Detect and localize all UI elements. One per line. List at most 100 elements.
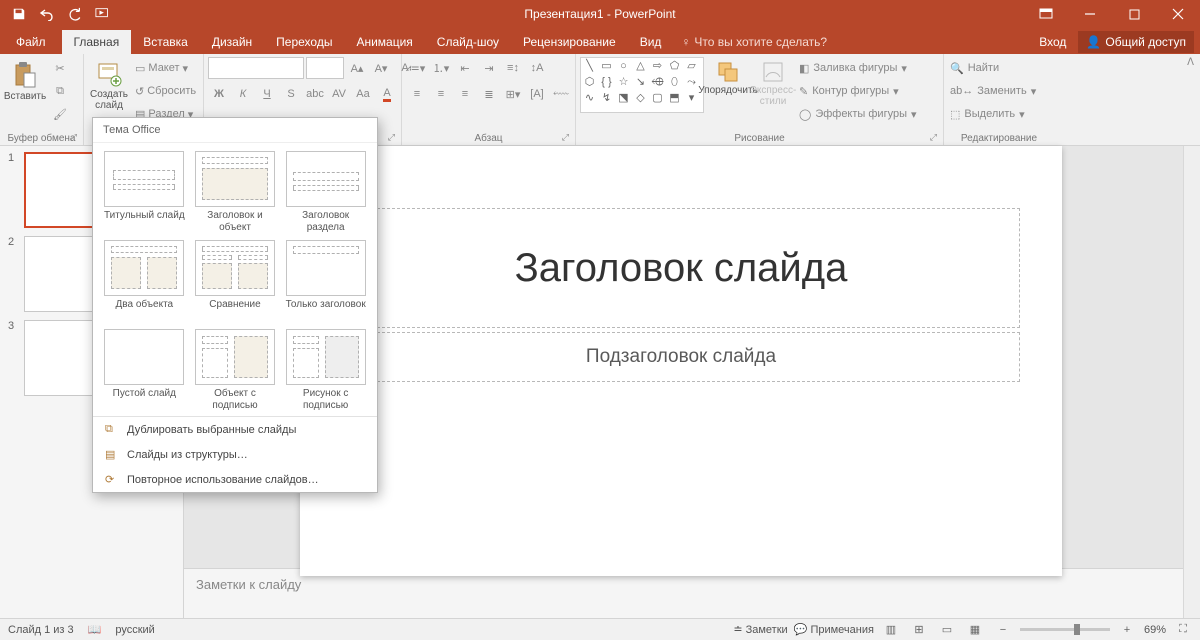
indent-icon[interactable]: ⇥ <box>478 57 500 79</box>
new-slide-button[interactable]: Создать слайд <box>88 57 130 115</box>
line-spacing-icon[interactable]: ≡↕ <box>502 57 524 79</box>
signin-link[interactable]: Вход <box>1031 30 1074 54</box>
title-placeholder[interactable]: Заголовок слайда <box>342 208 1020 328</box>
zoom-out-icon[interactable]: − <box>992 621 1014 639</box>
format-painter-icon[interactable]: 🖌 <box>49 103 71 125</box>
ribbon-display-icon[interactable] <box>1024 0 1068 28</box>
save-icon[interactable] <box>6 2 32 26</box>
slides-from-outline[interactable]: ▤Слайды из структуры… <box>93 442 377 467</box>
copy-icon[interactable]: ⧉ <box>49 80 71 102</box>
slide[interactable]: Заголовок слайда Подзаголовок слайда <box>300 146 1062 576</box>
quick-styles-button[interactable]: Экспресс- стили <box>752 57 794 111</box>
bullets-icon[interactable]: ≔▾ <box>406 57 428 79</box>
case-icon[interactable]: Aa <box>352 83 374 105</box>
tab-insert[interactable]: Вставка <box>131 30 200 54</box>
font-name-combo[interactable] <box>208 57 304 79</box>
font-size-combo[interactable] <box>306 57 344 79</box>
smartart-icon[interactable]: ⬳ <box>550 83 572 105</box>
align-right-icon[interactable]: ≡ <box>454 83 476 105</box>
tab-home[interactable]: Главная <box>62 30 132 54</box>
comments-toggle[interactable]: 💬 Примечания <box>794 623 874 636</box>
tab-file[interactable]: Файл <box>0 30 62 54</box>
vertical-scrollbar[interactable] <box>1183 146 1200 618</box>
tell-me[interactable]: ♀ Что вы хотите сделать? <box>673 30 835 54</box>
layout-comparison[interactable]: Сравнение <box>194 240 277 323</box>
tab-view[interactable]: Вид <box>628 30 674 54</box>
shape-fill-button[interactable]: ◧ Заливка фигуры ▾ <box>797 57 919 79</box>
redo-icon[interactable] <box>62 2 88 26</box>
underline-icon[interactable]: Ч <box>256 83 278 105</box>
subtitle-placeholder[interactable]: Подзаголовок слайда <box>342 332 1020 382</box>
align-text-icon[interactable]: [A] <box>526 83 548 105</box>
layout-section-header[interactable]: Заголовок раздела <box>284 151 367 234</box>
font-color-icon[interactable]: A <box>376 83 398 105</box>
layout-blank[interactable]: Пустой слайд <box>103 329 186 412</box>
arrange-button[interactable]: Упорядочить <box>707 57 749 100</box>
duplicate-slides[interactable]: ⧉Дублировать выбранные слайды <box>93 417 377 442</box>
layout-title-content[interactable]: Заголовок и объект <box>194 151 277 234</box>
quick-styles-label: Экспресс- стили <box>750 85 797 107</box>
reading-view-icon[interactable]: ▭ <box>936 621 958 639</box>
reset-button[interactable]: ↺ Сбросить <box>133 80 198 102</box>
zoom-slider[interactable] <box>1020 628 1110 631</box>
language-indicator[interactable]: русский <box>115 624 154 636</box>
layout-content-caption[interactable]: Объект с подписью <box>194 329 277 412</box>
minimize-icon[interactable] <box>1068 0 1112 28</box>
shape-outline-button[interactable]: ✎ Контур фигуры ▾ <box>797 80 919 102</box>
normal-view-icon[interactable]: ▥ <box>880 621 902 639</box>
share-button[interactable]: 👤 Общий доступ <box>1078 31 1194 53</box>
tab-slideshow[interactable]: Слайд-шоу <box>425 30 511 54</box>
layout-two-content[interactable]: Два объекта <box>103 240 186 323</box>
layout-picture-caption[interactable]: Рисунок с подписью <box>284 329 367 412</box>
text-direction-icon[interactable]: ↕A <box>526 57 548 79</box>
tab-design[interactable]: Дизайн <box>200 30 264 54</box>
maximize-icon[interactable] <box>1112 0 1156 28</box>
slideshow-view-icon[interactable]: ▦ <box>964 621 986 639</box>
align-left-icon[interactable]: ≡ <box>406 83 428 105</box>
align-center-icon[interactable]: ≡ <box>430 83 452 105</box>
layout-button[interactable]: ▭ Макет ▾ <box>133 57 198 79</box>
outdent-icon[interactable]: ⇤ <box>454 57 476 79</box>
justify-icon[interactable]: ≣ <box>478 83 500 105</box>
bold-icon[interactable]: Ж <box>208 83 230 105</box>
start-from-beginning-icon[interactable] <box>90 2 116 26</box>
dialog-launcher-icon[interactable]: ⤢ <box>562 132 569 143</box>
strike-icon[interactable]: abc <box>304 83 326 105</box>
reuse-slides[interactable]: ⟳Повторное использование слайдов… <box>93 467 377 492</box>
notes-toggle[interactable]: ≐ Заметки <box>733 623 787 636</box>
dialog-launcher-icon[interactable]: ⤢ <box>70 132 77 143</box>
fit-to-window-icon[interactable]: ⛶ <box>1172 621 1194 639</box>
tab-transitions[interactable]: Переходы <box>264 30 344 54</box>
group-clipboard: Вставить ✂ ⧉ 🖌 Буфер обмена⤢ <box>0 54 84 145</box>
window-controls <box>1024 0 1200 28</box>
increase-font-icon[interactable]: A▴ <box>346 57 368 79</box>
dialog-launcher-icon[interactable]: ⤢ <box>388 132 395 143</box>
paste-button[interactable]: Вставить <box>4 57 46 106</box>
dialog-launcher-icon[interactable]: ⤢ <box>930 132 937 143</box>
sorter-view-icon[interactable]: ⊞ <box>908 621 930 639</box>
spellcheck-icon[interactable]: 📖 <box>88 623 102 636</box>
new-slide-label: Создать слайд <box>90 89 128 111</box>
zoom-level[interactable]: 69% <box>1144 624 1166 636</box>
italic-icon[interactable]: К <box>232 83 254 105</box>
cut-icon[interactable]: ✂ <box>49 57 71 79</box>
tab-animations[interactable]: Анимация <box>344 30 424 54</box>
replace-button[interactable]: ab↔ Заменить ▾ <box>948 80 1044 102</box>
decrease-font-icon[interactable]: A▾ <box>370 57 392 79</box>
undo-icon[interactable] <box>34 2 60 26</box>
collapse-ribbon-icon[interactable]: ᐱ <box>1187 57 1194 68</box>
columns-icon[interactable]: ⊞▾ <box>502 83 524 105</box>
close-icon[interactable] <box>1156 0 1200 28</box>
spacing-icon[interactable]: AV <box>328 83 350 105</box>
layout-title-slide[interactable]: Титульный слайд <box>103 151 186 234</box>
zoom-in-icon[interactable]: + <box>1116 621 1138 639</box>
tab-review[interactable]: Рецензирование <box>511 30 628 54</box>
shadow-icon[interactable]: S <box>280 83 302 105</box>
shapes-gallery[interactable]: ╲▭○△⇨⬠▱ ⬡{ }☆↘⬲⬯⤳ ∿↯⬔◇▢⬒▾ <box>580 57 704 113</box>
select-button[interactable]: ⬚ Выделить ▾ <box>948 103 1044 125</box>
shape-effects-button[interactable]: ◯ Эффекты фигуры ▾ <box>797 103 919 125</box>
numbering-icon[interactable]: ⒈▾ <box>430 57 452 79</box>
group-label: Редактирование <box>948 131 1050 145</box>
find-button[interactable]: 🔍 Найти <box>948 57 1044 79</box>
layout-title-only[interactable]: Только заголовок <box>284 240 367 323</box>
